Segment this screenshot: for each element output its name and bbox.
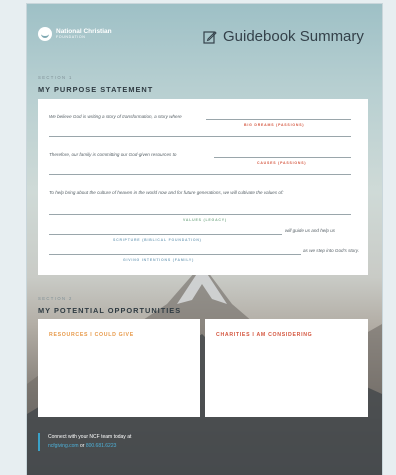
guidebook-page: National Christian FOUNDATION Guidebook … [27, 4, 382, 475]
charities-box[interactable]: CHARITIES I AM CONSIDERING [205, 319, 368, 417]
footer-or: or [79, 443, 85, 449]
purpose-line-4-end: will guide us and help us [285, 228, 336, 233]
footer-link[interactable]: ncfgiving.com [48, 443, 79, 449]
purpose-statement-card: We believe God is writing a story of tra… [38, 99, 368, 275]
ncf-logo-icon [38, 27, 52, 41]
footer-line: Connect with your NCF team today at [48, 434, 132, 440]
footer: Connect with your NCF team today at ncfg… [38, 433, 131, 451]
logo-name: National Christian [56, 28, 112, 35]
values-label: VALUES (LEGACY) [183, 218, 227, 222]
page-title: Guidebook Summary [223, 28, 364, 45]
big-dreams-blank[interactable] [206, 119, 351, 120]
causes-label: CAUSES (PASSIONS) [257, 161, 307, 165]
edit-note-icon [203, 30, 217, 44]
logo-sub: FOUNDATION [56, 35, 86, 39]
causes-blank[interactable] [214, 157, 351, 158]
resources-box[interactable]: RESOURCES I COULD GIVE [38, 319, 200, 417]
charities-heading: CHARITIES I AM CONSIDERING [216, 332, 313, 338]
scripture-blank[interactable] [49, 234, 282, 235]
giving-intentions-blank[interactable] [49, 254, 301, 255]
causes-blank-2[interactable] [49, 174, 351, 175]
footer-phone[interactable]: 800.681.6223 [86, 443, 117, 449]
scripture-label: SCRIPTURE (BIBLICAL FOUNDATION) [113, 238, 202, 242]
giving-intentions-label: GIVING INTENTIONS (FAMILY) [123, 258, 195, 262]
ncf-logo: National Christian FOUNDATION [38, 27, 112, 41]
purpose-line-5-end: as we step into God’s story. [303, 248, 360, 253]
purpose-line-1: We believe God is writing a story of tra… [49, 114, 182, 119]
purpose-line-2: Therefore, our family is committing our … [49, 152, 177, 157]
big-dreams-label: BIG DREAMS (PASSIONS) [244, 123, 305, 127]
big-dreams-blank-2[interactable] [49, 136, 351, 137]
section-1-title: MY PURPOSE STATEMENT [38, 85, 154, 94]
resources-heading: RESOURCES I COULD GIVE [49, 332, 134, 338]
section-2-title: MY POTENTIAL OPPORTUNITIES [38, 306, 182, 315]
section-2-number: SECTION 2 [38, 296, 73, 301]
section-1-number: SECTION 1 [38, 75, 73, 80]
page-header: Guidebook Summary [203, 28, 364, 45]
purpose-line-3: To help bring about the culture of heave… [49, 190, 284, 195]
values-blank[interactable] [49, 214, 351, 215]
footer-accent-bar [38, 433, 40, 451]
